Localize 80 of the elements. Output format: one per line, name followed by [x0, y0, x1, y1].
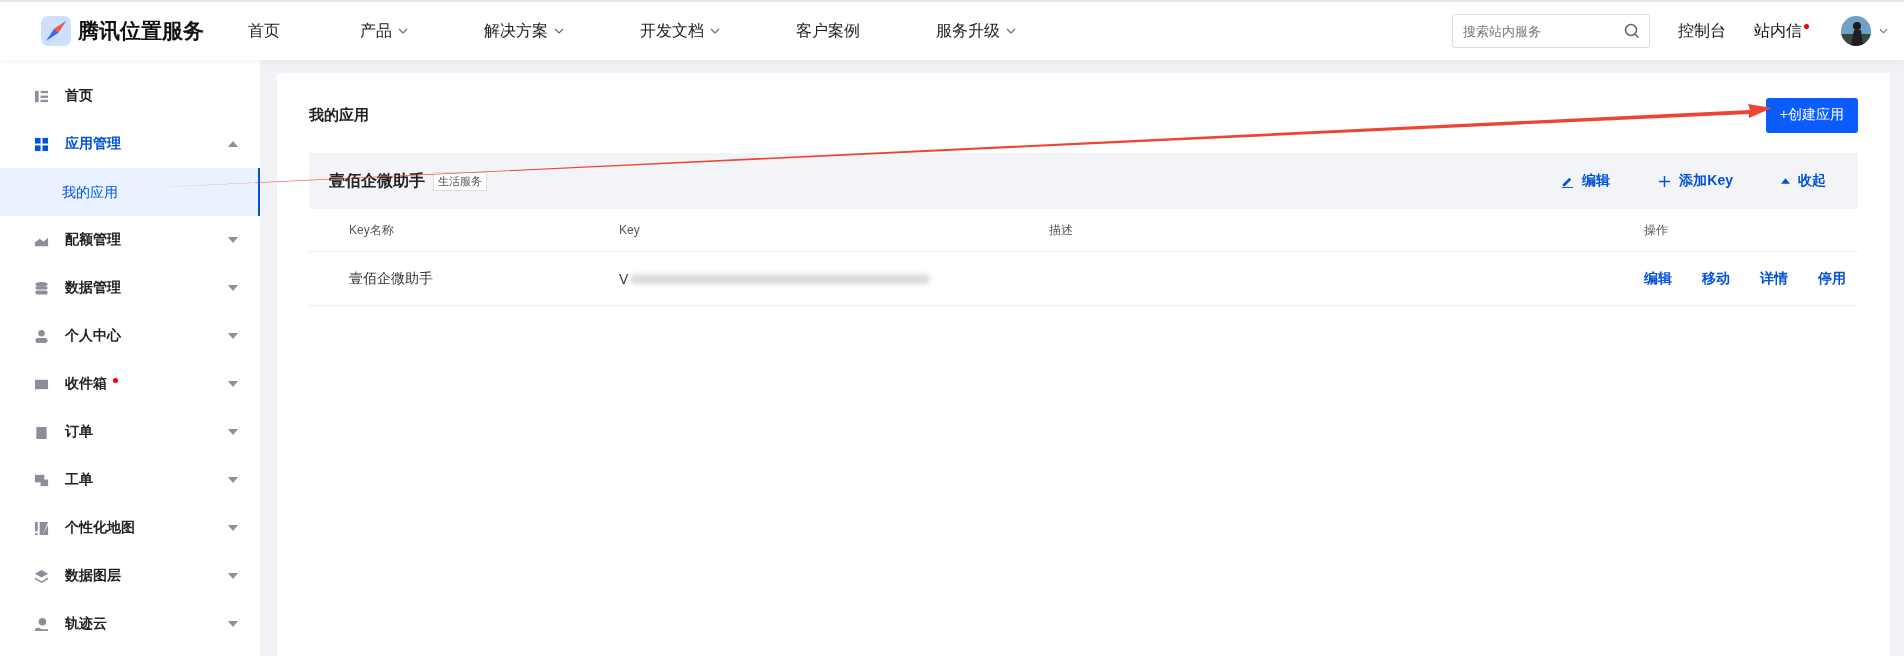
menu-label: 个性化地图	[65, 519, 135, 537]
nav-link[interactable]: 开发文档	[640, 20, 720, 42]
sidebar-item[interactable]: 应用管理	[0, 120, 260, 168]
caret-icon	[1006, 28, 1016, 34]
sidebar-item[interactable]: 订单	[0, 408, 260, 456]
app-action-link[interactable]: 添加Key	[1658, 172, 1733, 190]
column-header: Key名称	[349, 221, 395, 239]
plus-icon	[1658, 174, 1672, 188]
caret-icon	[228, 141, 238, 147]
menu-label: 数据图层	[65, 567, 121, 585]
caret-icon	[228, 429, 238, 435]
sidebar-item[interactable]: 配额管理	[0, 216, 260, 264]
menu-label: 个人中心	[65, 327, 121, 345]
sidebar-item[interactable]: 工单	[0, 456, 260, 504]
row-action-link[interactable]: 停用	[1818, 269, 1846, 288]
nav-link[interactable]: 客户案例	[796, 20, 860, 42]
menu-icon	[34, 520, 49, 536]
sidebar-item[interactable]: 收件箱	[0, 360, 260, 408]
sidebar-item[interactable]: 数据图层	[0, 552, 260, 600]
category-tag: 生活服务	[433, 171, 487, 191]
search-field[interactable]: 搜索站内服务	[1452, 14, 1650, 48]
caret-icon	[228, 333, 238, 339]
caret-icon	[398, 28, 408, 34]
column-header: 描述	[1049, 221, 1074, 239]
app-action-link[interactable]: 编辑	[1561, 172, 1611, 190]
menu-label: 订单	[65, 423, 93, 441]
logo-icon	[40, 15, 72, 47]
caret-icon	[228, 573, 238, 579]
nav-link[interactable]: 首页	[248, 20, 280, 42]
nav-link[interactable]: 服务升级	[936, 20, 1016, 42]
menu-label: 数据管理	[65, 279, 121, 297]
sidebar-item[interactable]: 数据管理	[0, 264, 260, 312]
menu-icon	[34, 280, 49, 296]
submenu-item[interactable]: 我的应用	[0, 168, 260, 216]
header-link[interactable]: 控制台	[1678, 20, 1726, 42]
row-action-link[interactable]: 移动	[1702, 269, 1730, 288]
notification-dot	[1804, 23, 1809, 29]
menu-icon	[34, 616, 49, 632]
caret-icon	[228, 525, 238, 531]
sidebar-item[interactable]: 轨迹云	[0, 600, 260, 648]
menu-icon	[34, 88, 49, 104]
caret-icon	[228, 237, 238, 243]
nav-link[interactable]: 解决方案	[484, 20, 564, 42]
sidebar-item[interactable]: 个性化地图	[0, 504, 260, 552]
menu-label: 首页	[65, 87, 93, 105]
menu-icon	[34, 472, 49, 488]
notification-dot	[113, 377, 118, 383]
menu-label: 工单	[65, 471, 93, 489]
caret-icon	[554, 28, 564, 34]
table-cell-text: 壹佰企微助手	[349, 269, 434, 288]
page-title: 我的应用	[309, 105, 369, 125]
menu-label: 轨迹云	[65, 615, 107, 633]
row-action-link[interactable]: 编辑	[1644, 269, 1672, 288]
menu-label: 应用管理	[65, 135, 121, 153]
caret-icon	[228, 381, 238, 387]
row-action-link[interactable]: 详情	[1760, 269, 1788, 288]
nav-link[interactable]: 产品	[360, 20, 408, 42]
caret-icon[interactable]	[1879, 28, 1888, 34]
menu-icon	[34, 328, 49, 344]
caret-icon	[228, 477, 238, 483]
menu-label: 收件箱	[65, 375, 107, 393]
logo-text[interactable]: 腾讯位置服务	[78, 17, 204, 45]
caret-icon	[228, 621, 238, 627]
sidebar-item[interactable]: 首页	[0, 72, 260, 120]
search-icon[interactable]	[1624, 23, 1640, 39]
table-cell: V	[619, 270, 629, 287]
menu-label: 配额管理	[65, 231, 121, 249]
header-link[interactable]: 站内信	[1754, 20, 1809, 42]
sidebar-item[interactable]: 个人中心	[0, 312, 260, 360]
menu-icon	[34, 136, 49, 152]
column-header: Key	[619, 223, 641, 237]
caret-icon	[228, 285, 238, 291]
column-header: 操作	[1644, 221, 1669, 239]
create-app-button[interactable]: +创建应用	[1765, 97, 1858, 133]
avatar[interactable]	[1841, 16, 1871, 46]
caret-icon	[1781, 178, 1790, 184]
menu-icon	[34, 424, 49, 440]
caret-icon	[710, 28, 720, 34]
menu-icon	[34, 568, 49, 584]
app-action-link[interactable]: 收起	[1781, 172, 1826, 190]
